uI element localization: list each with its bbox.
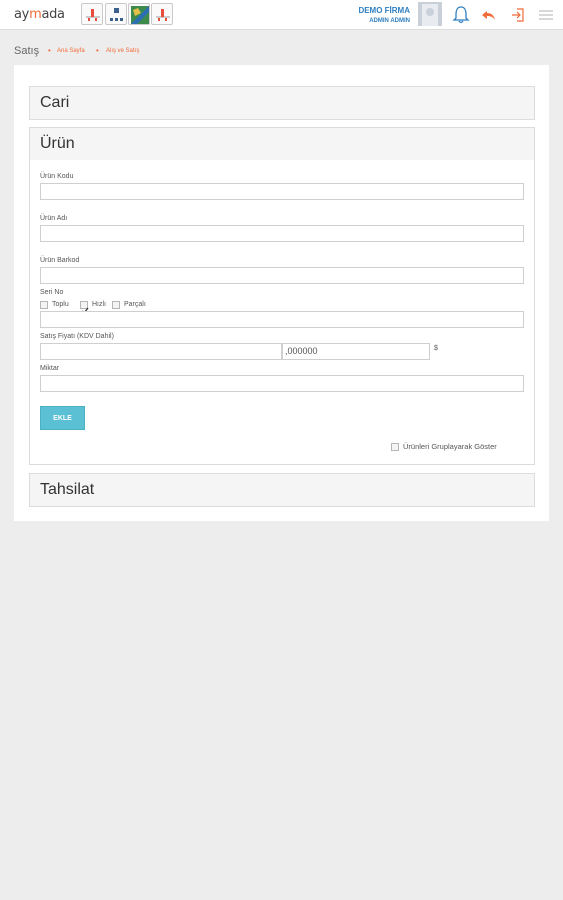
menu-icon[interactable] [536, 5, 556, 25]
hizli-checkbox[interactable] [80, 301, 89, 314]
urun-adi-label: Ürün Adı [40, 215, 68, 222]
satis-fiyati-integer-input[interactable] [40, 343, 282, 360]
panel-urun: Ürün Ürün Kodu Ürün Adı Ürün Barkod Seri… [29, 127, 535, 465]
logout-icon[interactable] [508, 5, 528, 25]
bell-icon[interactable] [451, 5, 471, 25]
urun-kodu-label: Ürün Kodu [40, 173, 74, 180]
hizli-label: Hızlı [92, 301, 106, 308]
ekle-button[interactable]: EKLE [40, 406, 85, 430]
miktar-input[interactable] [40, 375, 524, 392]
logo[interactable]: aymada [14, 7, 65, 22]
parcali-checkbox[interactable] [112, 301, 120, 309]
parcali-label: Parçalı [124, 301, 146, 308]
chart-app-icon[interactable] [81, 3, 103, 25]
panel-tahsilat-title[interactable]: Tahsilat [30, 474, 534, 506]
grid-app-icon[interactable] [105, 3, 127, 25]
urun-barkod-input[interactable] [40, 267, 524, 284]
satis-fiyati-label: Satış Fiyatı (KDV Dahil) [40, 333, 114, 340]
panel-urun-title[interactable]: Ürün [30, 128, 534, 160]
satis-fiyati-decimal-input[interactable]: ,000000 [282, 343, 430, 360]
breadcrumb-separator: • [96, 46, 99, 55]
panel-cari[interactable]: Cari [29, 86, 535, 120]
avatar[interactable] [418, 2, 442, 26]
panel-cari-title[interactable]: Cari [30, 87, 534, 119]
seri-no-label: Seri No [40, 289, 64, 296]
breadcrumb-separator: • [48, 46, 51, 55]
group-products-label: Ürünleri Gruplayarak Göster [403, 442, 497, 451]
panel-tahsilat[interactable]: Tahsilat [29, 473, 535, 507]
company-name: DEMO FİRMA [358, 6, 410, 15]
top-bar: aymada DEMO FİRMA ADMIN ADMIN [0, 0, 563, 30]
undo-icon[interactable] [479, 5, 499, 25]
map-app-icon[interactable] [128, 3, 150, 25]
company-info[interactable]: DEMO FİRMA ADMIN ADMIN [358, 6, 410, 26]
seri-no-input[interactable] [40, 311, 524, 328]
toplu-checkbox[interactable] [40, 301, 48, 309]
currency-symbol: $ [434, 345, 438, 352]
breadcrumb-item-current[interactable]: Alış ve Satış [106, 48, 139, 54]
main-card: Cari Ürün Ürün Kodu Ürün Adı Ürün Barkod… [14, 65, 549, 521]
breadcrumb-item-home[interactable]: Ana Sayfa [57, 48, 85, 54]
group-products-checkbox[interactable] [391, 443, 399, 451]
user-name: ADMIN ADMIN [369, 18, 410, 24]
urun-kodu-input[interactable] [40, 183, 524, 200]
toplu-label: Toplu [52, 301, 69, 308]
urun-adi-input[interactable] [40, 225, 524, 242]
miktar-label: Miktar [40, 365, 60, 372]
urun-barkod-label: Ürün Barkod [40, 257, 80, 264]
page-title: Satış [14, 45, 40, 57]
chart-app-icon[interactable] [151, 3, 173, 25]
